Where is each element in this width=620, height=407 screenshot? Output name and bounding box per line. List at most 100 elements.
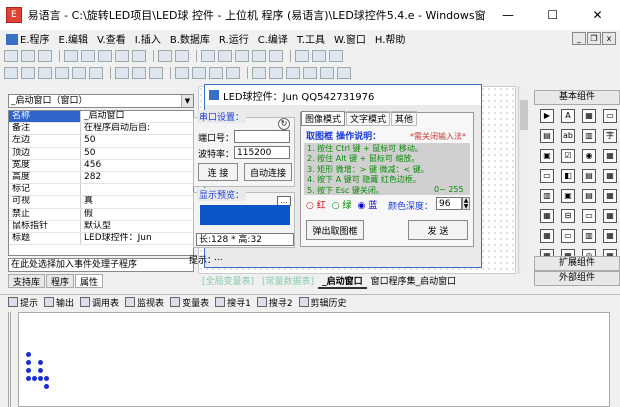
radio-green[interactable]: ○ 绿 <box>332 198 352 211</box>
new-icon[interactable] <box>4 50 18 62</box>
external-components-header[interactable]: 外部组件 <box>534 271 620 286</box>
tab-constants[interactable]: [常量数据表] <box>258 276 318 289</box>
tab-other[interactable]: 其他 <box>391 111 418 126</box>
minimize-button[interactable]: — <box>486 0 531 30</box>
tab-hint[interactable]: 提示 <box>8 296 38 309</box>
property-value[interactable]: 默认型 <box>81 221 193 232</box>
component-icon[interactable]: ▥ <box>582 229 596 243</box>
save-icon[interactable] <box>38 50 52 62</box>
menu-program[interactable]: E.程序 <box>6 31 50 46</box>
menu-view[interactable]: V.查看 <box>97 31 126 46</box>
radio-red[interactable]: ○ 红 <box>306 198 326 211</box>
component-icon[interactable]: ▭ <box>561 229 575 243</box>
property-value[interactable]: _启动窗口 <box>81 111 193 122</box>
tab-search2[interactable]: 搜寻2 <box>256 296 293 309</box>
component-icon[interactable]: ▦ <box>603 229 617 243</box>
align-bottom-icon[interactable] <box>89 67 103 79</box>
component-icon[interactable]: ▭ <box>603 109 617 123</box>
component-icon[interactable]: ▦ <box>603 169 617 183</box>
component-icon[interactable]: ▤ <box>582 189 596 203</box>
property-value[interactable]: 50 <box>81 148 193 159</box>
tab-image-mode[interactable]: 图像模式 <box>301 111 346 126</box>
component-icon[interactable]: ◉ <box>582 149 596 163</box>
refresh-icon[interactable]: ↻ <box>278 118 290 130</box>
send-back-icon[interactable] <box>269 67 283 79</box>
same-height-icon[interactable] <box>132 67 146 79</box>
step-icon[interactable] <box>235 50 249 62</box>
window-icon[interactable] <box>312 50 326 62</box>
basic-components-header[interactable]: 基本组件 <box>534 90 620 105</box>
property-row[interactable]: 顶边 50 <box>9 147 193 160</box>
align-right-icon[interactable] <box>38 67 52 79</box>
component-icon[interactable]: 字 <box>603 129 617 143</box>
property-grid[interactable]: 名称 _启动窗口 备注 在程序启动后自: 左边 50 顶边 50 宽度 456 高度 282 标记 可视真… <box>8 110 194 256</box>
mdi-minimize-button[interactable]: _ <box>572 32 586 45</box>
component-icon[interactable]: ab <box>561 129 575 143</box>
close-button[interactable]: ✕ <box>575 0 620 30</box>
copy-icon[interactable] <box>81 50 95 62</box>
property-value[interactable]: 50 <box>81 135 193 146</box>
tab-variables[interactable]: 变量表 <box>170 296 209 309</box>
menu-edit[interactable]: E.编辑 <box>59 31 89 46</box>
undo-icon[interactable] <box>115 50 129 62</box>
tab-text-mode[interactable]: 文字模式 <box>346 111 391 126</box>
align-center-icon[interactable] <box>21 67 35 79</box>
component-icon[interactable]: ▶ <box>540 109 554 123</box>
connect-button[interactable]: 连 接 <box>198 163 238 181</box>
align-middle-icon[interactable] <box>72 67 86 79</box>
menu-tools[interactable]: T.工具 <box>297 31 325 46</box>
expand-components-header[interactable]: 扩展组件 <box>534 256 620 271</box>
open-icon[interactable] <box>21 50 35 62</box>
cut-icon[interactable] <box>64 50 78 62</box>
property-row[interactable]: 名称 _启动窗口 <box>9 111 193 124</box>
component-icon[interactable]: ▭ <box>540 169 554 183</box>
tab-clip-history[interactable]: 剪辑历史 <box>298 296 347 309</box>
tab-properties[interactable]: 属性 <box>75 274 104 288</box>
align-left-icon[interactable] <box>4 67 18 79</box>
find-icon[interactable] <box>158 50 172 62</box>
redo-icon[interactable] <box>132 50 146 62</box>
radio-blue[interactable]: ◉ 蓝 <box>357 198 377 211</box>
output-gripper[interactable] <box>8 312 16 407</box>
property-value[interactable]: 假 <box>81 209 193 220</box>
property-row[interactable]: 宽度 456 <box>9 159 193 172</box>
component-icon[interactable]: ▤ <box>582 169 596 183</box>
menu-insert[interactable]: I.插入 <box>135 31 161 46</box>
component-icon[interactable]: ▦ <box>603 189 617 203</box>
preview-icon[interactable] <box>337 67 351 79</box>
breakpoint-icon[interactable] <box>269 50 283 62</box>
component-icon[interactable]: ▦ <box>540 229 554 243</box>
paste-icon[interactable] <box>98 50 112 62</box>
property-row[interactable]: 备注 在程序启动后自: <box>9 123 193 136</box>
port-select[interactable] <box>234 130 290 143</box>
tab-start-window[interactable]: _启动窗口 <box>318 276 367 289</box>
send-button[interactable]: 发 送 <box>408 220 468 240</box>
hspace-icon[interactable] <box>175 67 189 79</box>
property-value[interactable] <box>81 184 193 195</box>
stop-icon[interactable] <box>218 50 232 62</box>
tab-search1[interactable]: 搜寻1 <box>215 296 251 309</box>
property-value[interactable]: 在程序启动后自: <box>81 123 193 134</box>
tab-support-library[interactable]: 支持库 <box>8 274 46 288</box>
run-icon[interactable] <box>201 50 215 62</box>
component-icon[interactable]: ▤ <box>540 129 554 143</box>
center-v-icon[interactable] <box>226 67 240 79</box>
component-icon[interactable]: ☑ <box>561 149 575 163</box>
component-icon[interactable]: ◧ <box>561 169 575 183</box>
help-icon[interactable] <box>329 50 343 62</box>
property-row[interactable]: 可视真 <box>9 196 193 209</box>
component-icon[interactable]: ▭ <box>582 209 596 223</box>
depth-input[interactable]: 96 <box>436 197 462 210</box>
tab-order-icon[interactable] <box>320 67 334 79</box>
same-size-icon[interactable] <box>149 67 163 79</box>
maximize-button[interactable]: ☐ <box>530 0 575 30</box>
property-row[interactable]: 禁止假 <box>9 208 193 221</box>
tab-global-vars[interactable]: [全局变量表] <box>198 276 258 289</box>
component-icon[interactable]: ▥ <box>540 189 554 203</box>
menu-window[interactable]: W.窗口 <box>334 31 366 46</box>
vspace-icon[interactable] <box>192 67 206 79</box>
component-icon[interactable]: ▦ <box>540 209 554 223</box>
designer-scrollbar[interactable] <box>518 86 528 274</box>
component-icon[interactable]: ⊟ <box>561 209 575 223</box>
property-value[interactable]: LED球控件：Jun <box>81 233 193 244</box>
